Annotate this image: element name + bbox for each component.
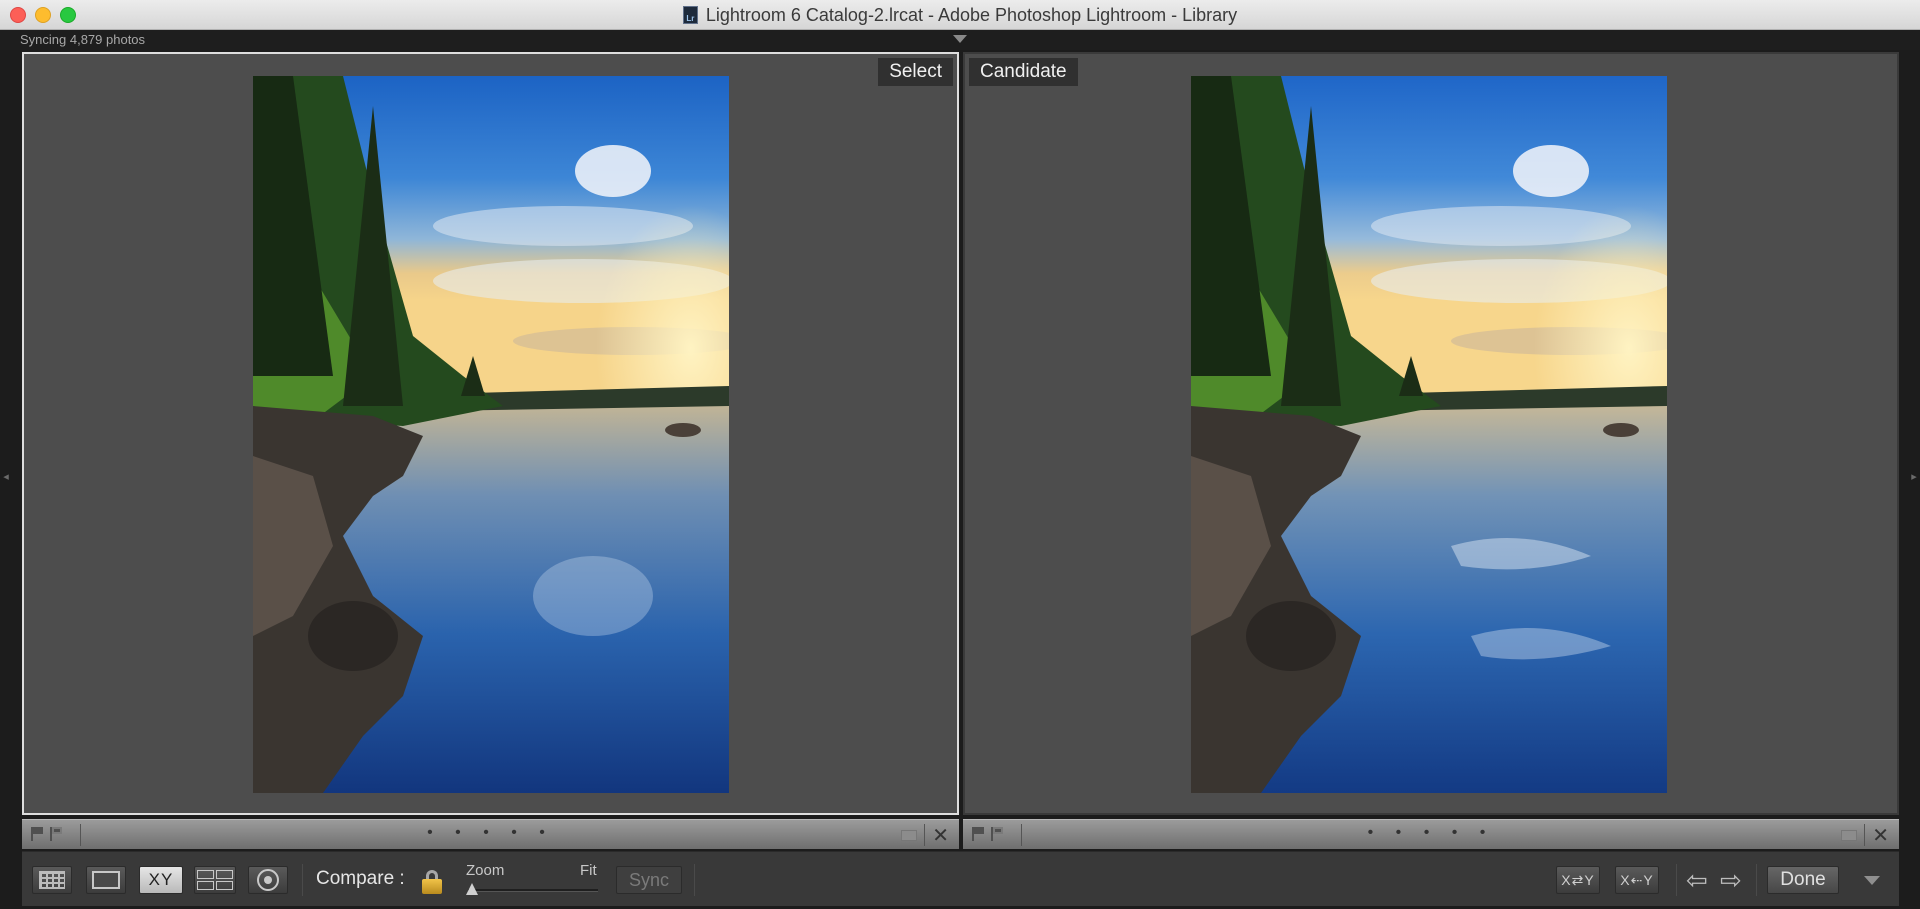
candidate-photo-panel[interactable]: Candidate <box>963 52 1899 815</box>
loupe-view-icon <box>92 871 120 889</box>
close-select-icon[interactable]: ✕ <box>932 823 949 848</box>
select-photo[interactable] <box>253 76 729 793</box>
divider <box>1756 864 1757 896</box>
compare-view-button[interactable]: XY <box>139 866 183 894</box>
window-title: Lightroom 6 Catalog-2.lrcat - Adobe Phot… <box>705 4 1238 25</box>
color-label-swatch[interactable] <box>901 830 917 841</box>
make-select-icon: X⇠Y <box>1620 871 1654 888</box>
zoom-label: Zoom <box>466 862 505 879</box>
window-title-group: Lr Lightroom 6 Catalog-2.lrcat - Adobe P… <box>0 0 1920 30</box>
unflag-icon[interactable] <box>971 826 986 842</box>
candidate-flag-group <box>971 826 1015 844</box>
pick-flag-icon[interactable] <box>49 826 64 842</box>
close-candidate-icon[interactable]: ✕ <box>1872 823 1889 848</box>
people-view-icon <box>257 869 279 891</box>
next-photo-icon[interactable]: ⇨ <box>1720 867 1742 893</box>
lock-icon[interactable] <box>422 870 442 894</box>
swap-button[interactable]: X⇄Y <box>1556 866 1600 894</box>
divider <box>694 864 695 896</box>
survey-view-button[interactable] <box>194 866 236 894</box>
make-select-button[interactable]: X⇠Y <box>1615 866 1659 894</box>
loupe-view-button[interactable] <box>86 866 126 894</box>
window-titlebar: Lr Lightroom 6 Catalog-2.lrcat - Adobe P… <box>0 0 1920 30</box>
star-rating[interactable]: • • • • • <box>427 824 554 842</box>
unflag-icon[interactable] <box>30 826 45 842</box>
candidate-photo-image <box>1191 76 1667 793</box>
select-info-strip: • • • • • ✕ <box>22 819 959 849</box>
divider <box>1676 864 1677 896</box>
candidate-photo[interactable] <box>1191 76 1667 793</box>
select-photo-panel[interactable]: Select <box>22 52 959 815</box>
top-panel-toggle-icon[interactable] <box>953 35 967 43</box>
divider <box>1864 824 1865 846</box>
sync-status-text: Syncing 4,879 photos <box>20 32 146 47</box>
divider <box>1021 824 1022 846</box>
done-button[interactable]: Done <box>1767 866 1839 894</box>
divider <box>80 824 81 846</box>
swap-icon: X⇄Y <box>1561 871 1595 888</box>
lrcat-document-icon: Lr <box>682 6 698 24</box>
people-view-button[interactable] <box>248 866 288 894</box>
color-label-swatch[interactable] <box>1841 830 1857 841</box>
candidate-label: Candidate <box>969 58 1078 86</box>
library-toolbar: XY Compare : Zoom Fit Sync X⇄Y X⇠Y ⇦ ⇨ D… <box>22 851 1899 906</box>
left-panel-toggle-icon[interactable]: ◂ <box>2 470 10 488</box>
sync-button[interactable]: Sync <box>616 866 682 894</box>
compare-label: Compare : <box>316 868 405 889</box>
zoom-slider-track[interactable] <box>468 889 598 892</box>
grid-view-button[interactable] <box>32 866 72 894</box>
lock-body <box>422 879 442 894</box>
survey-view-icon <box>197 870 233 890</box>
zoom-slider-thumb[interactable] <box>466 883 478 895</box>
grid-view-icon <box>39 871 65 889</box>
select-flag-group <box>30 826 74 844</box>
previous-photo-icon[interactable]: ⇦ <box>1686 867 1708 893</box>
divider <box>302 864 303 896</box>
right-panel-toggle-icon[interactable]: ▸ <box>1910 470 1918 488</box>
select-photo-image <box>253 76 729 793</box>
compare-view-icon: XY <box>148 870 174 889</box>
star-rating[interactable]: • • • • • <box>1368 824 1495 842</box>
toolbar-menu-chevron-icon[interactable] <box>1864 876 1880 885</box>
fit-label: Fit <box>580 862 597 879</box>
candidate-info-strip: • • • • • ✕ <box>963 819 1899 849</box>
select-label: Select <box>878 58 953 86</box>
divider <box>924 824 925 846</box>
pick-flag-icon[interactable] <box>990 826 1005 842</box>
